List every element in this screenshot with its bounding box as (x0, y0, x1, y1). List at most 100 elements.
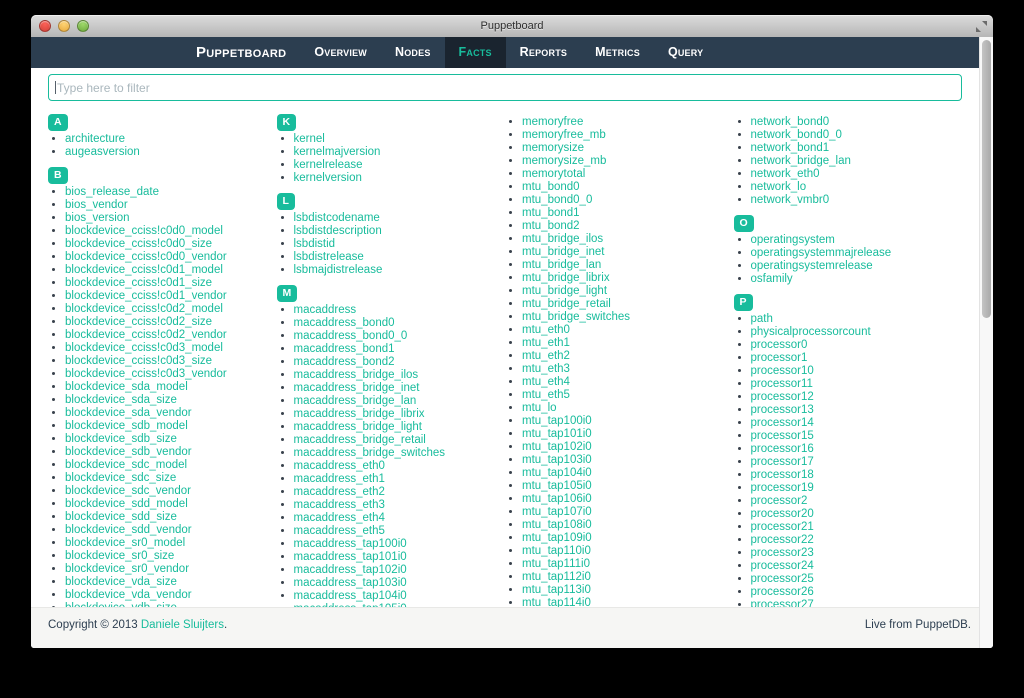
fact-link[interactable]: macaddress_bond0_0 (294, 330, 408, 342)
fact-link[interactable]: mtu_tap113i0 (522, 584, 591, 596)
scrollbar[interactable] (979, 37, 993, 648)
fact-link[interactable]: blockdevice_sda_model (65, 381, 188, 393)
fact-link[interactable]: mtu_eth5 (522, 389, 570, 401)
nav-item-overview[interactable]: Overview (300, 37, 381, 68)
fact-link[interactable]: processor16 (751, 443, 814, 455)
fact-link[interactable]: mtu_bridge_ilos (522, 233, 603, 245)
fact-link[interactable]: processor26 (751, 586, 814, 598)
fact-link[interactable]: blockdevice_vda_vendor (65, 589, 192, 601)
author-link[interactable]: Daniele Sluijters (141, 619, 224, 631)
fact-link[interactable]: mtu_tap103i0 (522, 454, 592, 466)
fact-link[interactable]: operatingsystemmajrelease (751, 247, 892, 259)
fact-link[interactable]: mtu_bridge_lan (522, 259, 601, 271)
fact-link[interactable]: macaddress_bond1 (294, 343, 395, 355)
fact-link[interactable]: network_vmbr0 (751, 194, 830, 206)
fact-link[interactable]: blockdevice_sdc_size (65, 472, 176, 484)
fact-link[interactable]: mtu_eth2 (522, 350, 570, 362)
fact-link[interactable]: macaddress_bridge_switches (294, 447, 446, 459)
fact-link[interactable]: mtu_tap110i0 (522, 545, 591, 557)
fact-link[interactable]: bios_release_date (65, 186, 159, 198)
fact-link[interactable]: physicalprocessorcount (751, 326, 871, 338)
fact-link[interactable]: network_bridge_lan (751, 155, 851, 167)
fact-link[interactable]: network_lo (751, 181, 807, 193)
fact-link[interactable]: kernel (294, 133, 325, 145)
fact-link[interactable]: processor0 (751, 339, 808, 351)
fact-link[interactable]: mtu_eth1 (522, 337, 570, 349)
fact-link[interactable]: macaddress_eth5 (294, 525, 385, 537)
fact-link[interactable]: architecture (65, 133, 125, 145)
fact-link[interactable]: network_bond1 (751, 142, 830, 154)
nav-item-facts[interactable]: Facts (445, 37, 506, 68)
fact-link[interactable]: processor19 (751, 482, 814, 494)
fact-link[interactable]: blockdevice_vda_size (65, 576, 177, 588)
fact-link[interactable]: mtu_bond0 (522, 181, 580, 193)
fact-link[interactable]: operatingsystem (751, 234, 835, 246)
fact-link[interactable]: mtu_tap112i0 (522, 571, 591, 583)
fact-link[interactable]: blockdevice_cciss!c0d0_model (65, 225, 223, 237)
fact-link[interactable]: mtu_bond2 (522, 220, 580, 232)
fact-link[interactable]: macaddress (294, 304, 357, 316)
fact-link[interactable]: macaddress_tap101i0 (294, 551, 407, 563)
fact-link[interactable]: processor10 (751, 365, 814, 377)
fact-link[interactable]: blockdevice_cciss!c0d2_size (65, 316, 212, 328)
fact-link[interactable]: mtu_lo (522, 402, 557, 414)
fact-link[interactable]: blockdevice_cciss!c0d3_model (65, 342, 223, 354)
nav-item-query[interactable]: Query (654, 37, 717, 68)
fact-link[interactable]: processor27 (751, 599, 814, 607)
fact-link[interactable]: blockdevice_cciss!c0d2_vendor (65, 329, 227, 341)
fact-link[interactable]: kernelversion (294, 172, 362, 184)
fact-link[interactable]: processor23 (751, 547, 814, 559)
fact-link[interactable]: processor2 (751, 495, 808, 507)
fact-link[interactable]: mtu_tap114i0 (522, 597, 591, 607)
fact-link[interactable]: memorysize (522, 142, 584, 154)
fact-link[interactable]: augeasversion (65, 146, 140, 158)
fact-link[interactable]: blockdevice_cciss!c0d1_vendor (65, 290, 227, 302)
fact-link[interactable]: blockdevice_sr0_size (65, 550, 174, 562)
fact-link[interactable]: macaddress_bond0 (294, 317, 395, 329)
fact-link[interactable]: macaddress_bridge_light (294, 421, 423, 433)
fact-link[interactable]: macaddress_tap103i0 (294, 577, 407, 589)
fact-link[interactable]: processor25 (751, 573, 814, 585)
fact-link[interactable]: blockdevice_cciss!c0d0_vendor (65, 251, 227, 263)
fact-link[interactable]: macaddress_bridge_inet (294, 382, 420, 394)
fact-link[interactable]: macaddress_bridge_ilos (294, 369, 419, 381)
fact-link[interactable]: mtu_tap104i0 (522, 467, 592, 479)
fact-link[interactable]: macaddress_eth4 (294, 512, 385, 524)
fact-link[interactable]: mtu_tap100i0 (522, 415, 592, 427)
fact-link[interactable]: processor24 (751, 560, 814, 572)
fact-link[interactable]: mtu_tap101i0 (522, 428, 592, 440)
fact-link[interactable]: network_bond0 (751, 116, 830, 128)
fact-link[interactable]: macaddress_bridge_retail (294, 434, 426, 446)
fact-link[interactable]: mtu_tap106i0 (522, 493, 592, 505)
fact-link[interactable]: macaddress_bond2 (294, 356, 395, 368)
fact-link[interactable]: macaddress_tap102i0 (294, 564, 407, 576)
fact-link[interactable]: mtu_eth4 (522, 376, 570, 388)
fact-link[interactable]: processor18 (751, 469, 814, 481)
fact-link[interactable]: blockdevice_cciss!c0d1_model (65, 264, 223, 276)
fact-link[interactable]: mtu_tap102i0 (522, 441, 592, 453)
fact-link[interactable]: bios_version (65, 212, 130, 224)
fact-link[interactable]: macaddress_bridge_librix (294, 408, 425, 420)
fact-link[interactable]: memorytotal (522, 168, 585, 180)
fact-link[interactable]: blockdevice_sda_vendor (65, 407, 192, 419)
fact-link[interactable]: network_bond0_0 (751, 129, 842, 141)
nav-item-reports[interactable]: Reports (506, 37, 581, 68)
fact-link[interactable]: mtu_bridge_switches (522, 311, 630, 323)
fact-link[interactable]: macaddress_eth1 (294, 473, 385, 485)
fact-link[interactable]: blockdevice_cciss!c0d3_vendor (65, 368, 227, 380)
fact-link[interactable]: macaddress_bridge_lan (294, 395, 417, 407)
fact-link[interactable]: macaddress_tap100i0 (294, 538, 407, 550)
fact-link[interactable]: mtu_tap111i0 (522, 558, 590, 570)
fact-link[interactable]: mtu_bond0_0 (522, 194, 592, 206)
fact-link[interactable]: blockdevice_sdb_size (65, 433, 177, 445)
fact-link[interactable]: mtu_bridge_light (522, 285, 607, 297)
fact-link[interactable]: kernelmajversion (294, 146, 381, 158)
fact-link[interactable]: blockdevice_sdd_size (65, 511, 177, 523)
fact-link[interactable]: blockdevice_cciss!c0d1_size (65, 277, 212, 289)
fact-link[interactable]: lsbdistcodename (294, 212, 380, 224)
titlebar[interactable]: Puppetboard (31, 15, 993, 38)
nav-item-metrics[interactable]: Metrics (581, 37, 654, 68)
fact-link[interactable]: processor17 (751, 456, 814, 468)
fact-link[interactable]: memoryfree_mb (522, 129, 606, 141)
fact-link[interactable]: macaddress_tap104i0 (294, 590, 407, 602)
